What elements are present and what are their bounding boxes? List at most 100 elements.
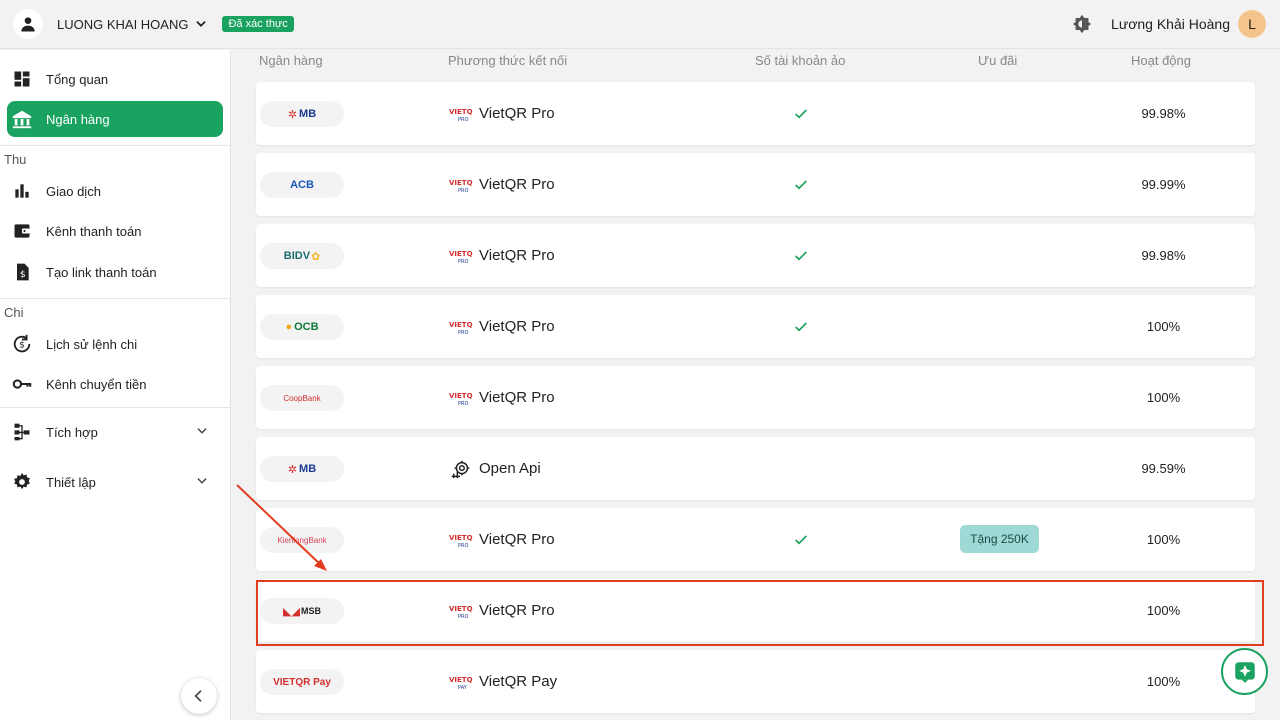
vietqr-logo-icon: VIETQRPRO	[448, 245, 474, 267]
svg-text:VIETQR: VIETQR	[449, 250, 473, 258]
bank-logo: ● OCB	[260, 314, 344, 340]
connection-method: VIETQRPAY VietQR Pay	[448, 650, 557, 713]
user-name[interactable]: Lương Khải Hoàng	[1111, 16, 1230, 32]
uptime-value: 99.98%	[1141, 106, 1186, 121]
sidebar-item-transfer-channel[interactable]: Kênh chuyển tiền	[7, 366, 223, 402]
svg-text:VIETQR: VIETQR	[449, 534, 473, 542]
sidebar-item-settings[interactable]: Thiết lập	[7, 464, 223, 500]
api-icon	[448, 458, 474, 480]
svg-text:PRO: PRO	[458, 188, 468, 194]
check-icon	[793, 177, 809, 198]
vietqr-logo-icon: VIETQRPAY	[448, 671, 474, 693]
verified-badge: Đã xác thực	[222, 16, 294, 32]
highlight-annotation-box	[256, 580, 1264, 646]
check-icon	[793, 106, 809, 127]
wallet-icon	[11, 220, 33, 242]
sidebar-item-payout-history[interactable]: $ Lịch sử lệnh chi	[7, 326, 223, 362]
svg-text:VIETQR: VIETQR	[449, 108, 473, 116]
account-avatar-icon[interactable]	[13, 9, 43, 39]
svg-text:VIETQR: VIETQR	[449, 321, 473, 329]
uptime-value: 99.59%	[1141, 461, 1186, 476]
sparkle-icon	[1234, 661, 1255, 683]
uptime-value: 100%	[1146, 674, 1181, 689]
section-label-thu: Thu	[4, 152, 27, 167]
table-row[interactable]: CoopBank VIETQRPRO VietQR Pro 100%	[256, 366, 1255, 429]
svg-text:PRO: PRO	[458, 259, 468, 265]
table-row[interactable]: KienlongBank VIETQRPRO VietQR Pro Tặng 2…	[256, 508, 1255, 571]
bank-logo: ACB	[260, 172, 344, 198]
bank-logo: CoopBank	[260, 385, 344, 411]
account-name[interactable]: LUONG KHAI HOANG	[57, 17, 188, 32]
bank-logo: VIETQR Pay	[260, 669, 344, 695]
vietqr-logo-icon: VIETQRPRO	[448, 529, 474, 551]
chevron-down-icon[interactable]	[195, 424, 209, 441]
sidebar-item-transactions[interactable]: Giao dịch	[7, 173, 223, 209]
bar-chart-icon	[11, 180, 33, 202]
sidebar-item-overview[interactable]: Tổng quan	[7, 61, 223, 97]
bank-logo: BIDV ✿	[260, 243, 344, 269]
chevron-down-icon[interactable]	[194, 17, 208, 31]
table-row[interactable]: ACB VIETQRPRO VietQR Pro 99.99%	[256, 153, 1255, 216]
sidebar-item-payment-channel[interactable]: Kênh thanh toán	[7, 213, 223, 249]
table-row[interactable]: BIDV✿ VIETQRPRO VietQR Pro 99.98%	[256, 224, 1255, 287]
divider	[0, 298, 230, 299]
history-icon: $	[11, 333, 33, 355]
bank-logo: ✲ MB	[260, 101, 344, 127]
key-icon	[11, 373, 33, 395]
sidebar-item-label: Kênh thanh toán	[46, 223, 142, 239]
gear-icon	[11, 471, 33, 493]
svg-text:VIETQR: VIETQR	[449, 676, 473, 684]
sidebar-item-bank[interactable]: Ngân hàng	[7, 101, 223, 137]
table-row[interactable]: VIETQR Pay VIETQRPAY VietQR Pay 100%	[256, 650, 1255, 713]
chevron-down-icon[interactable]	[195, 474, 209, 491]
vietqr-logo-icon: VIETQRPRO	[448, 174, 474, 196]
sidebar-item-label: Lịch sử lệnh chi	[46, 336, 138, 352]
svg-text:PRO: PRO	[458, 330, 468, 336]
assistant-fab-button[interactable]	[1221, 648, 1268, 695]
table-row[interactable]: ●OCB VIETQRPRO VietQR Pro 100%	[256, 295, 1255, 358]
connection-method: VIETQRPRO VietQR Pro	[448, 82, 555, 145]
user-avatar[interactable]: L	[1238, 10, 1266, 38]
section-label-chi: Chi	[4, 305, 24, 320]
connection-method: VIETQRPRO VietQR Pro	[448, 295, 555, 358]
check-icon	[793, 532, 809, 553]
sidebar-item-label: Ngân hàng	[46, 111, 110, 127]
sidebar-item-integration[interactable]: Tích hợp	[7, 414, 223, 450]
column-header-method: Phương thức kết nối	[448, 53, 568, 68]
uptime-value: 100%	[1146, 319, 1181, 334]
sidebar-item-label: Giao dịch	[46, 183, 101, 199]
collapse-sidebar-button[interactable]	[181, 678, 217, 714]
bank-icon	[11, 108, 33, 130]
sidebar-item-create-payment-link[interactable]: $ Tạo link thanh toán	[7, 254, 223, 290]
table-row[interactable]: ✲MB VIETQRPRO VietQR Pro 99.98%	[256, 82, 1255, 145]
column-header-uptime: Hoạt động	[1131, 53, 1191, 68]
integration-icon	[11, 421, 33, 443]
check-icon	[793, 319, 809, 340]
vietqr-logo-icon: VIETQRPRO	[448, 387, 474, 409]
connection-method: Open Api	[448, 437, 541, 500]
arrow-annotation	[236, 484, 327, 571]
connection-method: VIETQRPRO VietQR Pro	[448, 224, 555, 287]
svg-text:PRO: PRO	[458, 543, 468, 549]
divider	[0, 407, 230, 408]
connection-method: VIETQRPRO VietQR Pro	[448, 366, 555, 429]
connection-method: VIETQRPRO VietQR Pro	[448, 508, 555, 571]
uptime-value: 99.98%	[1141, 248, 1186, 263]
divider	[0, 145, 230, 146]
theme-toggle-icon[interactable]	[1071, 13, 1093, 35]
dashboard-icon	[11, 68, 33, 90]
table-row[interactable]: ✲ MB Open Api 99.59%	[256, 437, 1255, 500]
promo-badge[interactable]: Tặng 250K	[960, 525, 1039, 553]
sidebar: Tổng quan Ngân hàng Thu Giao dịch Kênh t…	[0, 50, 231, 720]
sidebar-item-label: Kênh chuyển tiền	[46, 376, 147, 392]
vietqr-logo-icon: VIETQRPRO	[448, 316, 474, 338]
top-header: LUONG KHAI HOANG Đã xác thực Lương Khải …	[0, 0, 1280, 49]
uptime-value: 99.99%	[1141, 177, 1186, 192]
svg-text:$: $	[20, 269, 26, 280]
column-header-bank: Ngân hàng	[259, 53, 323, 68]
svg-text:PAY: PAY	[458, 685, 468, 691]
sidebar-item-label: Thiết lập	[46, 474, 96, 490]
connection-method: VIETQRPRO VietQR Pro	[448, 153, 555, 216]
invoice-icon: $	[11, 261, 33, 283]
sidebar-item-label: Tích hợp	[46, 424, 98, 440]
